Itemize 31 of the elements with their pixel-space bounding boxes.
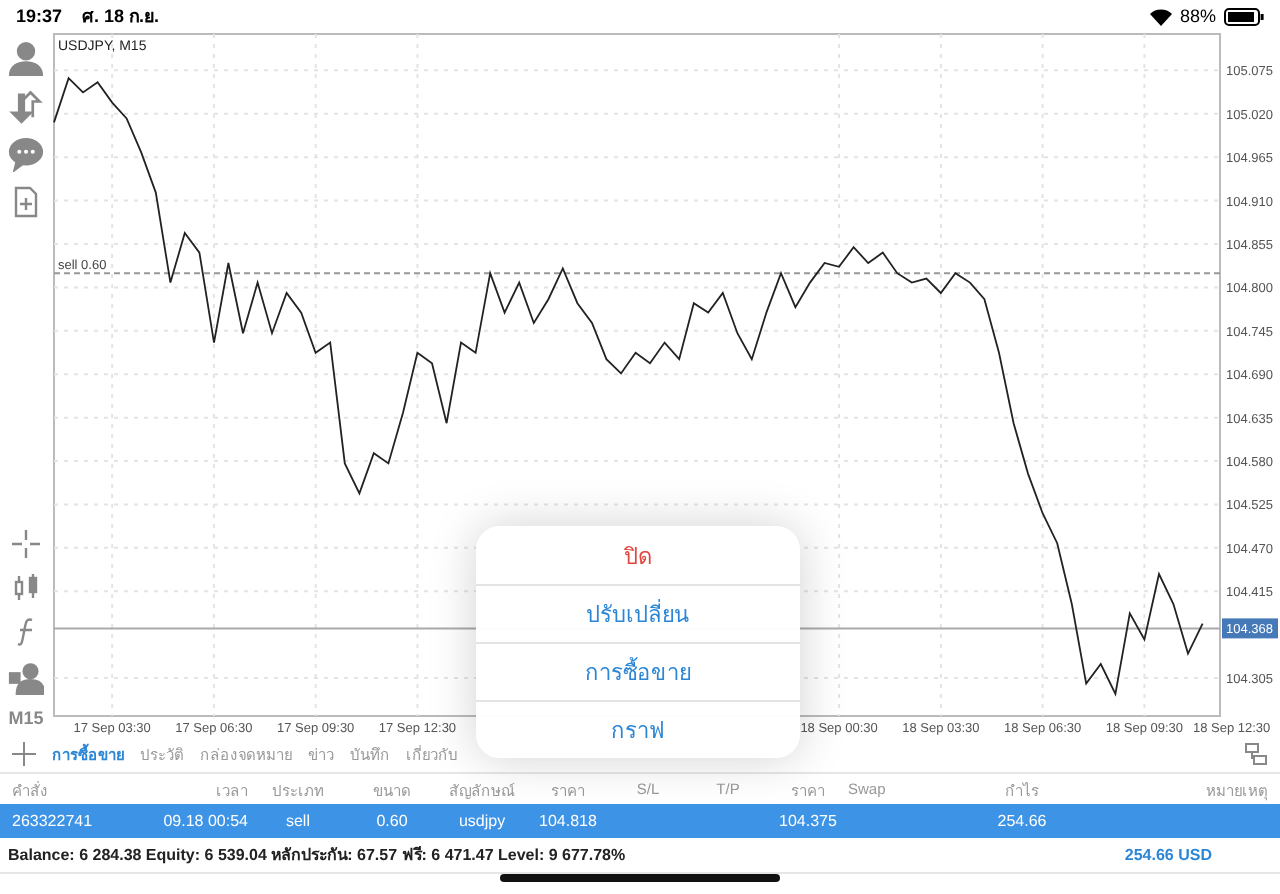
status-time: 19:37 xyxy=(16,6,63,26)
table-cell-text: 104.818 xyxy=(537,812,599,830)
crosshair-icon[interactable] xyxy=(10,528,42,560)
chat-icon[interactable] xyxy=(8,136,44,172)
people-icon[interactable] xyxy=(8,660,44,696)
new-document-icon[interactable] xyxy=(10,184,42,220)
battery-percent: 88% xyxy=(1179,6,1216,26)
status-date: ศ. 18 ก.ย. xyxy=(82,4,160,30)
battery-icon xyxy=(1224,7,1264,25)
candlestick-icon[interactable] xyxy=(10,572,42,604)
timeframe-label[interactable]: M15 xyxy=(8,708,44,728)
total-profit: 254.66 USD xyxy=(1124,846,1212,864)
add-icon[interactable] xyxy=(12,742,36,766)
layout-icon[interactable] xyxy=(1244,742,1268,766)
table-cell-text: 263322741 xyxy=(12,812,95,830)
person-icon[interactable] xyxy=(8,40,44,76)
table-cell-text: 09.18 00:54 xyxy=(161,812,248,830)
wifi-icon xyxy=(1149,7,1172,25)
menu-item[interactable]: การซื้อขาย xyxy=(476,642,800,700)
transfer-icon[interactable] xyxy=(8,88,44,124)
account-summary: Balance: 6 284.38 Equity: 6 539.04 หลักประกัน: 67.57 ฟรี: 6 471.47 Level: 9 677.78% xyxy=(8,844,626,868)
table-cell-text: sell xyxy=(283,812,312,830)
menu-item[interactable]: กราฟ xyxy=(476,700,800,758)
function-icon[interactable] xyxy=(16,616,36,648)
menu-item[interactable]: ปิด xyxy=(476,526,800,584)
order-row[interactable]: 263322741 09.18 00:54 sell 0.60 usdjpy 104.818 104.375 254.66 xyxy=(0,804,1280,838)
table-cell-text: 0.60 xyxy=(374,812,410,830)
table-cell-text: 254.66 xyxy=(995,812,1049,830)
table-cell-text: usdjpy xyxy=(456,812,508,830)
table-cell-text: 104.375 xyxy=(777,812,839,830)
menu-item[interactable]: ปรับเปลี่ยน xyxy=(476,584,800,642)
